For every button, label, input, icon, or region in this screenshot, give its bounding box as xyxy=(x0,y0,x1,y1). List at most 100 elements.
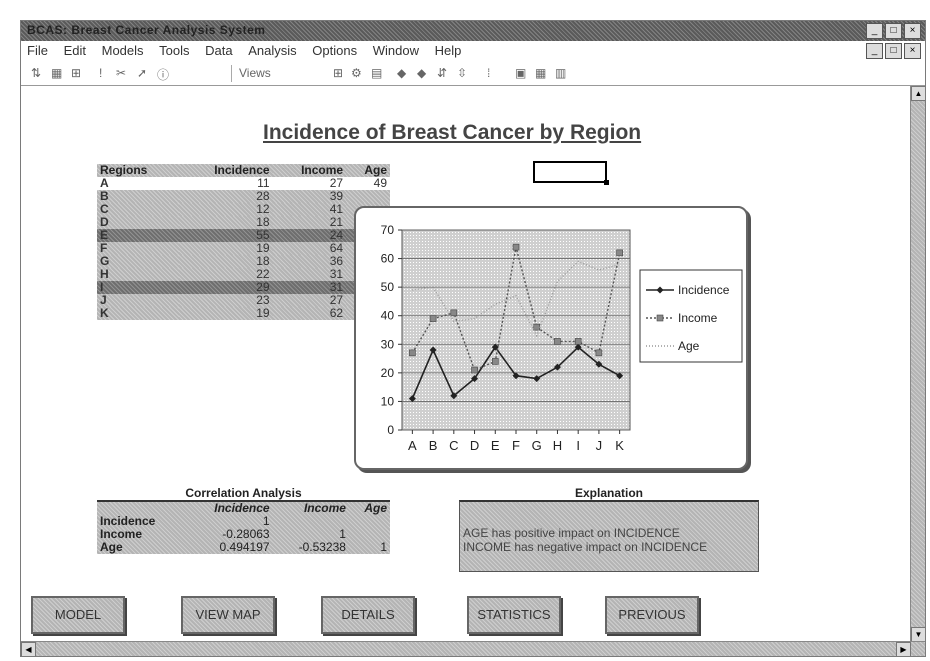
menu-file[interactable]: File xyxy=(21,41,54,58)
doc-minimize-button[interactable]: _ xyxy=(866,43,883,59)
x-tick-label: I xyxy=(576,438,580,453)
region-label: C xyxy=(100,202,109,216)
grid2-icon[interactable]: ▦ xyxy=(535,66,546,80)
horizontal-scrollbar[interactable]: ◀ ▶ xyxy=(21,641,925,656)
maximize-button[interactable]: □ xyxy=(885,23,902,39)
table-cell: 49 xyxy=(373,176,387,190)
correlation-title: Correlation Analysis xyxy=(185,486,302,500)
print-icon[interactable]: ▥ xyxy=(555,66,566,80)
legend-marker xyxy=(656,314,664,322)
doc-close-button[interactable]: × xyxy=(904,43,921,59)
menu-bar: File Edit Models Tools Data Analysis Opt… xyxy=(21,41,925,61)
data-point xyxy=(512,243,520,251)
y-tick-label: 50 xyxy=(381,280,395,294)
chart-icon[interactable]: ▦ xyxy=(51,66,62,80)
plot-area xyxy=(401,229,631,431)
x-tick-label: G xyxy=(532,438,542,453)
table-row: H 22 31 xyxy=(97,268,390,281)
region-label: A xyxy=(100,176,109,190)
data-point xyxy=(554,338,561,345)
model-button[interactable]: MODEL xyxy=(31,596,125,634)
x-tick-label: E xyxy=(491,438,500,453)
arrow-left-icon[interactable]: ◆ xyxy=(397,66,406,80)
scroll-down-icon[interactable]: ▼ xyxy=(911,627,925,642)
cut-icon[interactable]: ✂ xyxy=(116,66,126,80)
table-row: E 55 24 xyxy=(97,229,390,242)
table-row: B 28 39 xyxy=(97,190,390,203)
menu-models[interactable]: Models xyxy=(96,41,150,58)
views-button[interactable]: Views xyxy=(239,66,271,80)
list-icon[interactable]: ▣ xyxy=(515,66,526,80)
legend-label: Age xyxy=(678,339,700,353)
worksheet: Incidence of Breast Cancer by Region Reg… xyxy=(21,86,911,642)
data-point xyxy=(595,349,603,357)
table-row: K 19 62 xyxy=(97,307,390,320)
minimize-button[interactable]: _ xyxy=(866,23,883,39)
settings-icon[interactable]: ⚙ xyxy=(351,66,362,80)
menu-options[interactable]: Options xyxy=(306,41,363,58)
corr-header-blank xyxy=(97,501,185,515)
sort-icon[interactable]: ⇅ xyxy=(31,66,41,80)
y-tick-label: 40 xyxy=(381,309,395,323)
menu-window[interactable]: Window xyxy=(367,41,425,58)
explanation-title: Explanation xyxy=(574,486,643,500)
correlation-panel: Correlation Analysis Incidence Income Ag… xyxy=(97,486,390,554)
scroll-right-icon[interactable]: ▶ xyxy=(896,642,911,656)
y-tick-label: 0 xyxy=(387,423,394,437)
doc-maximize-button[interactable]: □ xyxy=(885,43,902,59)
previous-button[interactable]: PREVIOUS xyxy=(605,596,699,634)
corr-cell: 0.494197 xyxy=(219,540,270,554)
filter-icon[interactable]: ⊞ xyxy=(71,66,81,80)
menu-tools[interactable]: Tools xyxy=(153,41,195,58)
table-cell: 62 xyxy=(329,306,344,320)
selected-cell[interactable] xyxy=(533,161,609,185)
x-tick-label: K xyxy=(615,438,624,453)
x-tick-label: H xyxy=(553,438,562,453)
view-map-button[interactable]: VIEW MAP xyxy=(181,596,275,634)
table-row: G 18 36 xyxy=(97,255,390,268)
region-label: B xyxy=(100,189,109,203)
sort-asc-icon[interactable]: ⇵ xyxy=(437,66,447,80)
y-tick-label: 60 xyxy=(381,252,395,266)
corr-cell xyxy=(273,515,349,528)
data-point xyxy=(471,366,478,374)
region-label: E xyxy=(100,228,109,242)
table-row: A 11 27 49 xyxy=(97,177,390,190)
x-tick-label: B xyxy=(429,438,438,453)
arrow-right-icon[interactable]: ◆ xyxy=(417,66,426,80)
explanation-line: INCOME has negative impact on INCIDENCE xyxy=(463,540,708,554)
table-cell xyxy=(346,190,390,203)
col-header-regions: Regions xyxy=(100,163,148,177)
line-chart[interactable]: 0 10 20 30 40 50 60 70 A B C D E F G H I J K Incidence Incom… xyxy=(354,206,748,470)
region-label: J xyxy=(100,293,107,307)
info-icon[interactable]: ⓘ xyxy=(157,66,169,83)
colon-icon[interactable]: ⁞ xyxy=(487,66,490,80)
region-label: F xyxy=(100,241,108,255)
details-button[interactable]: DETAILS xyxy=(321,596,415,634)
sort-desc-icon[interactable]: ⇳ xyxy=(457,66,467,80)
grid-icon[interactable]: ⊞ xyxy=(333,66,343,80)
y-tick-label: 10 xyxy=(381,394,395,408)
table-icon[interactable]: ▤ xyxy=(371,66,382,80)
menu-data[interactable]: Data xyxy=(199,41,238,58)
correlation-table: Incidence Income Age Incidence 1 Income … xyxy=(97,500,390,554)
pointer-icon[interactable]: ➚ xyxy=(137,66,147,80)
scroll-left-icon[interactable]: ◀ xyxy=(21,642,36,656)
exclaim-icon[interactable]: ! xyxy=(99,66,102,80)
page-title: Incidence of Breast Cancer by Region xyxy=(263,121,642,144)
region-label: I xyxy=(100,280,104,294)
statistics-button[interactable]: STATISTICS xyxy=(467,596,561,634)
region-data-table: Regions Incidence Income Age A 11 27 49 B 28 3… xyxy=(97,164,390,320)
vertical-scrollbar[interactable]: ▲ ▼ xyxy=(910,86,925,642)
scroll-up-icon[interactable]: ▲ xyxy=(911,86,925,101)
x-tick-label: A xyxy=(408,438,417,453)
y-tick-label: 30 xyxy=(381,337,395,351)
table-row: D 18 21 xyxy=(97,216,390,229)
menu-edit[interactable]: Edit xyxy=(58,41,92,58)
corr-label: Age xyxy=(100,540,123,554)
menu-analysis[interactable]: Analysis xyxy=(242,41,302,58)
data-point xyxy=(533,323,541,331)
x-tick-label: J xyxy=(596,438,603,453)
menu-help[interactable]: Help xyxy=(429,41,468,58)
close-button[interactable]: × xyxy=(904,23,921,39)
